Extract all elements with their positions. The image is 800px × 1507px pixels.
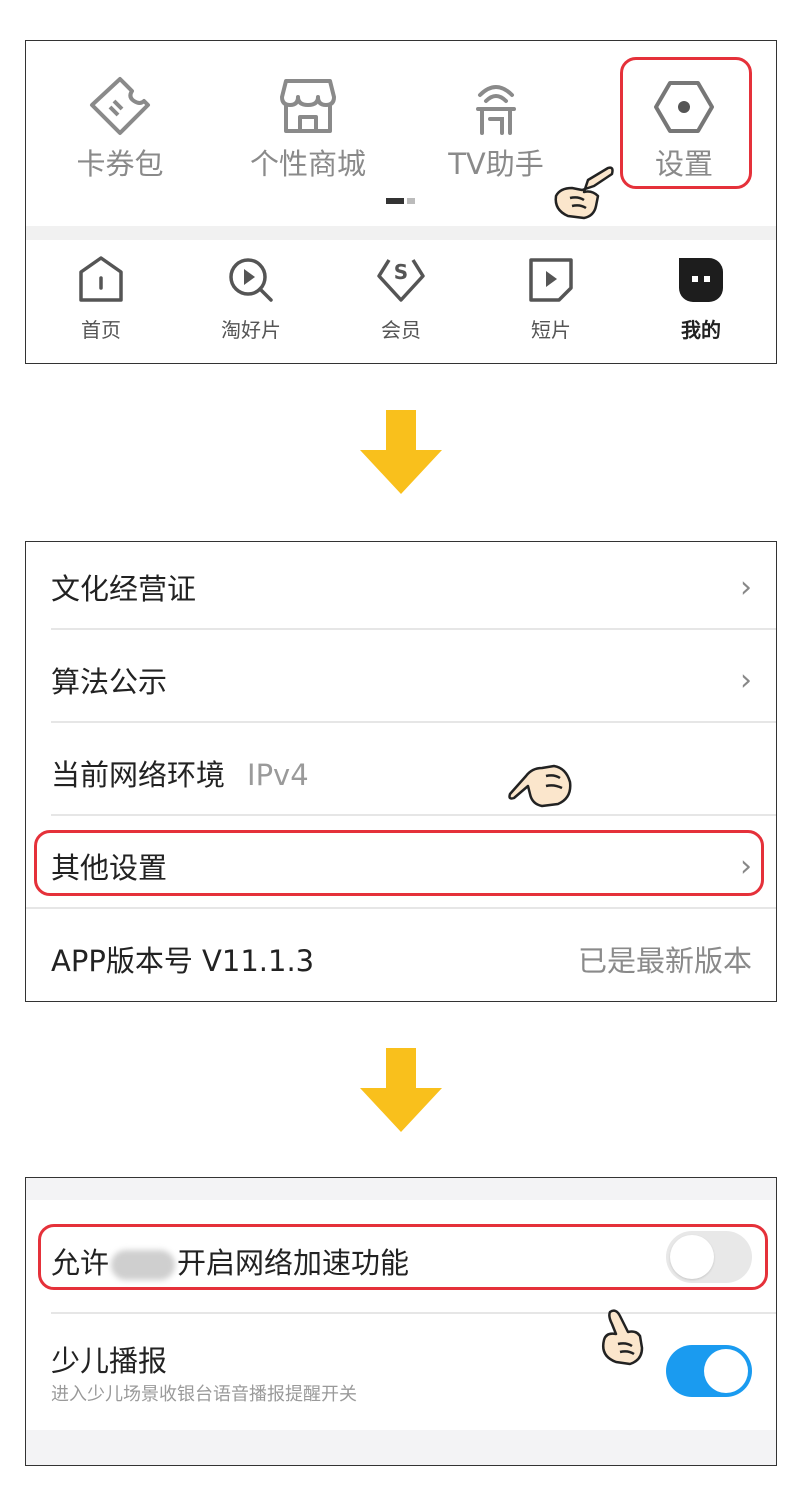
kids-subtitle: 进入少儿场景收银台语音播报提醒开关 xyxy=(51,1384,357,1405)
shortcut-label: 卡券包 xyxy=(76,147,164,181)
page-indicator xyxy=(386,198,415,217)
tab-shorts[interactable]: 短片 xyxy=(476,240,626,363)
short-video-icon xyxy=(529,258,573,302)
store-icon xyxy=(280,79,336,133)
tab-discover[interactable]: 淘好片 xyxy=(176,240,326,363)
chevron-right-icon: › xyxy=(740,570,752,605)
ticket-icon xyxy=(90,77,150,135)
down-arrow-icon xyxy=(360,1048,442,1132)
tab-label: 淘好片 xyxy=(221,318,281,342)
other-settings-highlight xyxy=(34,830,764,896)
tab-home[interactable]: 首页 xyxy=(26,240,176,363)
other-settings-panel: 允许 开启网络加速功能 少儿播报 进入少儿场景收银台语音播报提醒开关 xyxy=(25,1177,777,1466)
chevron-right-icon: › xyxy=(740,663,752,698)
row-divider xyxy=(26,907,776,909)
row-divider xyxy=(51,814,776,816)
kids-title: 少儿播报 xyxy=(51,1344,168,1378)
pointing-hand-icon xyxy=(508,764,572,808)
row-kids-broadcast: 少儿播报 进入少儿场景收银台语音播报提醒开关 xyxy=(26,1314,776,1430)
row-app-version[interactable]: APP版本号 V11.1.3 已是最新版本 xyxy=(26,914,776,1001)
toggle-knob xyxy=(704,1349,748,1393)
bottom-band xyxy=(26,1430,776,1465)
row-network-env: 当前网络环境 IPv4 xyxy=(26,728,776,820)
row-label: 当前网络环境 xyxy=(51,758,226,792)
shortcut-coupons[interactable]: 卡券包 xyxy=(26,41,214,226)
settings-list-panel: 文化经营证 › 算法公示 › 当前网络环境 IPv4 其他设置 › APP版本号 … xyxy=(25,541,777,1002)
top-band xyxy=(26,1178,776,1200)
tab-label: 短片 xyxy=(531,318,571,342)
section-divider xyxy=(26,226,776,240)
app-menu-panel: 卡券包 个性商城 TV助手 设置 首页 淘好片 S 会员 短片 我的 xyxy=(25,40,777,364)
acceleration-highlight xyxy=(38,1224,768,1290)
home-icon xyxy=(79,256,123,302)
shortcut-label: 个性商城 xyxy=(249,147,366,181)
row-label: APP版本号 V11.1.3 xyxy=(51,944,315,978)
row-algorithm-disclosure[interactable]: 算法公示 › xyxy=(26,635,776,727)
network-value: IPv4 xyxy=(247,758,309,792)
tv-remote-icon xyxy=(476,85,516,135)
tab-mine[interactable]: 我的 xyxy=(626,240,776,363)
row-label: 算法公示 xyxy=(51,665,168,699)
row-divider xyxy=(51,721,776,723)
pointing-hand-icon xyxy=(602,1309,644,1366)
tab-vip[interactable]: S 会员 xyxy=(326,240,476,363)
row-label: 文化经营证 xyxy=(51,572,197,606)
shortcut-store[interactable]: 个性商城 xyxy=(214,41,402,226)
vip-diamond-icon: S xyxy=(377,259,425,302)
search-play-icon xyxy=(229,258,273,302)
pointing-hand-icon xyxy=(554,166,614,220)
tab-label: 首页 xyxy=(81,318,121,342)
profile-icon xyxy=(679,258,723,302)
svg-text:S: S xyxy=(394,260,408,284)
kids-broadcast-toggle[interactable] xyxy=(666,1345,752,1397)
tab-label: 会员 xyxy=(381,318,421,342)
row-divider xyxy=(51,628,776,630)
tab-label: 我的 xyxy=(681,318,721,342)
down-arrow-icon xyxy=(360,410,442,494)
version-status: 已是最新版本 xyxy=(577,944,752,978)
settings-highlight xyxy=(620,57,752,189)
row-culture-license[interactable]: 文化经营证 › xyxy=(26,542,776,634)
